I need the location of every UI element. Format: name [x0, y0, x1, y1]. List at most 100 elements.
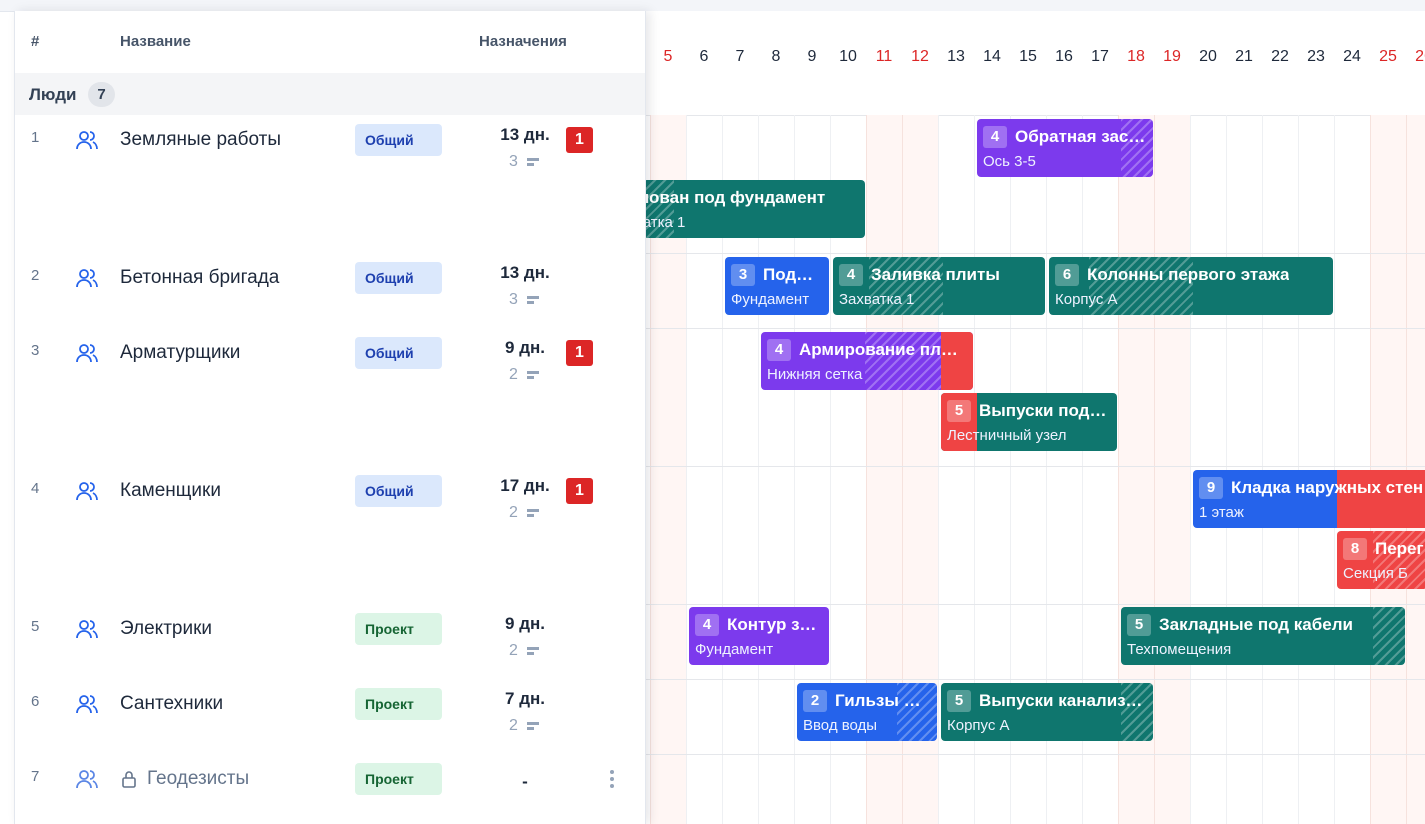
column-header-index[interactable]: # — [31, 33, 39, 50]
resource-name[interactable]: Земляные работы — [120, 129, 281, 151]
overallocation-badge[interactable]: 1 — [566, 127, 593, 153]
users-icon — [76, 482, 98, 501]
assignment-count: 3 — [509, 153, 518, 170]
group-label: Люди — [29, 85, 77, 104]
table-row[interactable]: 7 Геодезисты Проект - — [15, 754, 645, 824]
resource-type-badge: Общий — [355, 337, 442, 369]
task-subtitle: Секция Б — [1343, 565, 1408, 582]
task-number-badge: 5 — [947, 400, 971, 422]
group-header-people[interactable]: Люди 7 — [15, 73, 645, 116]
day-column — [1154, 115, 1191, 824]
overallocation-badge[interactable]: 1 — [566, 340, 593, 366]
resource-type-badge: Общий — [355, 475, 442, 507]
task-number-badge: 5 — [947, 690, 971, 712]
row-index: 6 — [31, 693, 40, 710]
timeline-panel[interactable]: 567891011121314151617181920212223242526 … — [644, 11, 1425, 824]
task-name: Котлован под фундамент — [644, 188, 826, 207]
task-name: Подбетонка — [763, 265, 823, 284]
assignments-icon — [527, 509, 539, 517]
resource-name[interactable]: Электрики — [120, 618, 212, 640]
table-row[interactable]: 5 Электрики Проект 9 дн. 2 — [15, 604, 645, 680]
day-label: 26 — [1415, 48, 1425, 65]
more-options-icon[interactable] — [605, 770, 619, 792]
assignment-duration: - — [522, 772, 528, 791]
assignment-duration: 7 дн. — [505, 689, 545, 708]
task-name: Гильзы ввода — [835, 691, 931, 710]
row-index: 3 — [31, 342, 40, 359]
task-name: Выпуски под колонны — [979, 401, 1111, 420]
table-row[interactable]: 6 Сантехники Проект 7 дн. 2 — [15, 679, 645, 755]
task-subtitle: Фундамент — [695, 641, 774, 658]
row-index: 1 — [31, 129, 40, 146]
task-name: Обратная засыпка — [1015, 127, 1147, 146]
day-label: 21 — [1235, 48, 1253, 65]
resource-type-badge: Общий — [355, 124, 442, 156]
resource-name[interactable]: Арматурщики — [120, 342, 240, 364]
assignments-icon — [527, 296, 539, 304]
task-number-badge: 2 — [803, 690, 827, 712]
task-bar[interactable]: 9 Кладка наружных стен 1 этаж — [1193, 470, 1425, 528]
users-icon — [76, 620, 98, 639]
task-name: Выпуски канализации — [979, 691, 1147, 710]
task-bar[interactable]: 4 Контур заземления Фундамент — [689, 607, 829, 665]
table-row[interactable]: 2 Бетонная бригада Общий 13 дн. 3 — [15, 253, 645, 329]
task-bar[interactable]: 5 Выпуски канализации Корпус А — [941, 683, 1153, 741]
row-index: 2 — [31, 267, 40, 284]
task-bar[interactable]: 2 Гильзы ввода Ввод воды — [797, 683, 937, 741]
task-subtitle: Фундамент — [731, 291, 810, 308]
assignment-duration: 9 дн. — [505, 338, 545, 357]
assignments-icon — [527, 158, 539, 166]
timeline-body[interactable]: 4 Обратная засыпка Ось 3-5 Котлован под фун… — [644, 115, 1425, 824]
task-subtitle: Захватка 1 — [839, 291, 915, 308]
resource-name[interactable]: Бетонная бригада — [120, 267, 279, 289]
assignments-icon — [527, 722, 539, 730]
row-divider — [644, 253, 1425, 254]
assignment-count: 2 — [509, 717, 518, 734]
day-label: 6 — [699, 48, 709, 65]
assignments-icon — [527, 647, 539, 655]
task-number-badge: 4 — [839, 264, 863, 286]
resource-name[interactable]: Геодезисты — [147, 768, 249, 790]
row-index: 4 — [31, 480, 40, 497]
task-bar[interactable]: 8 Перегородки Секция Б — [1337, 531, 1425, 589]
timeline-group-row — [644, 73, 1425, 116]
task-bar[interactable]: 4 Армирование плиты Нижняя сетка — [761, 332, 973, 390]
task-bar[interactable]: Котлован под фундамент Захватка 1 — [644, 180, 865, 238]
day-label: 23 — [1307, 48, 1325, 65]
users-icon — [76, 695, 98, 714]
day-label: 24 — [1343, 48, 1361, 65]
task-name: Заливка плиты — [871, 265, 1000, 284]
day-label: 5 — [663, 48, 673, 65]
resource-type-badge: Общий — [355, 262, 442, 294]
resource-name[interactable]: Каменщики — [120, 480, 221, 502]
task-bar[interactable]: 5 Закладные под кабели Техпомещения — [1121, 607, 1405, 665]
assignment-duration: 17 дн. — [500, 476, 550, 495]
resource-name[interactable]: Сантехники — [120, 693, 223, 715]
resource-scheduler: 567891011121314151617181920212223242526 … — [0, 0, 1425, 824]
column-header-assignments[interactable]: Назначения — [479, 33, 567, 50]
table-row[interactable]: 1 Земляные работы Общий 13 дн. 3 1 — [15, 115, 645, 254]
day-label: 22 — [1271, 48, 1289, 65]
task-name: Колонны первого этажа — [1087, 265, 1290, 284]
day-label: 13 — [947, 48, 965, 65]
task-bar[interactable]: 4 Обратная засыпка Ось 3-5 — [977, 119, 1153, 177]
table-row[interactable]: 3 Арматурщики Общий 9 дн. 2 1 — [15, 328, 645, 467]
day-label: 17 — [1091, 48, 1109, 65]
task-bar[interactable]: 5 Выпуски под колонны Лестничный узел — [941, 393, 1117, 451]
task-name: Армирование плиты — [799, 340, 967, 359]
day-label: 14 — [983, 48, 1001, 65]
task-bar[interactable]: 4 Заливка плиты Захватка 1 — [833, 257, 1045, 315]
task-subtitle: Лестничный узел — [947, 427, 1067, 444]
row-divider — [644, 679, 1425, 680]
table-row[interactable]: 4 Каменщики Общий 17 дн. 2 1 — [15, 466, 645, 605]
task-bar[interactable]: 6 Колонны первого этажа Корпус А — [1049, 257, 1333, 315]
task-number-badge: 4 — [695, 614, 719, 636]
grid-header: # Название Назначения — [15, 11, 645, 74]
resource-grid: # Название Назначения Люди 7 1 Земляные … — [14, 11, 646, 824]
overallocation-badge[interactable]: 1 — [566, 478, 593, 504]
row-divider — [644, 754, 1425, 755]
task-bar[interactable]: 3 Подбетонка Фундамент — [725, 257, 829, 315]
row-index: 5 — [31, 618, 40, 635]
column-header-name[interactable]: Название — [120, 33, 191, 50]
task-subtitle: Корпус А — [1055, 291, 1118, 308]
